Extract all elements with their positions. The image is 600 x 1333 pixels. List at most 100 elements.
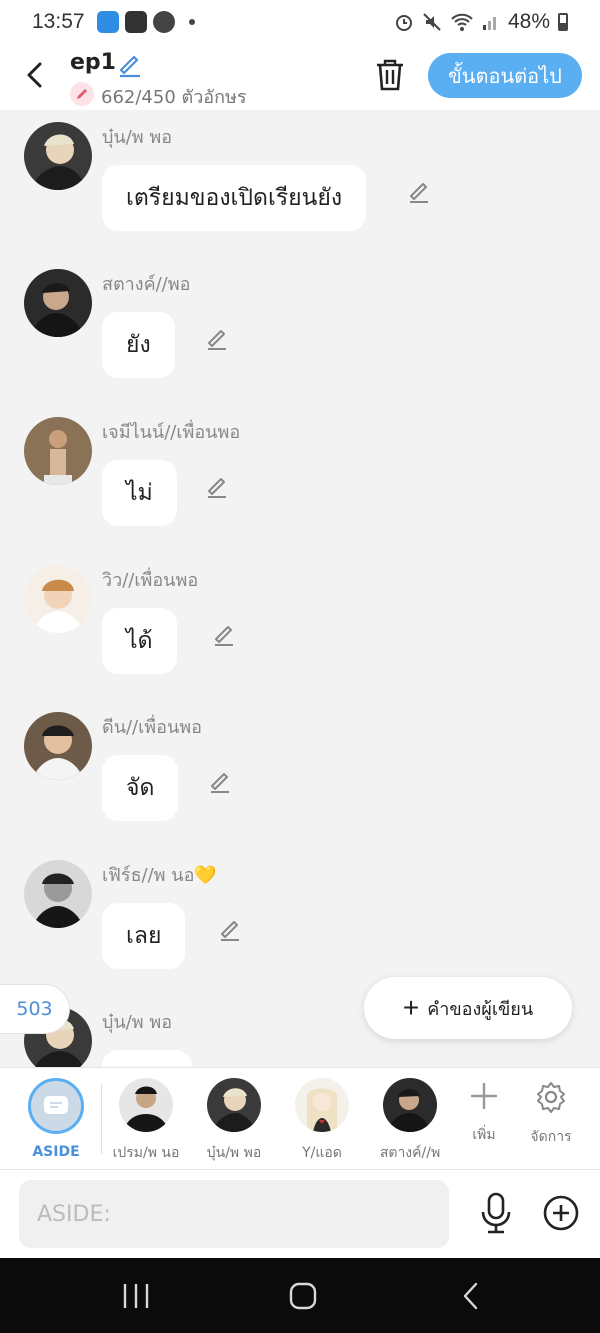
edit-message-button[interactable] <box>204 325 230 351</box>
author-note-button[interactable]: + คำของผู้เขียน <box>364 977 572 1039</box>
status-right: 48% <box>394 10 568 34</box>
aside-icon-circle <box>28 1078 84 1134</box>
alarm-icon <box>395 15 412 31</box>
recent-apps-icon <box>123 1284 149 1308</box>
aside-input[interactable] <box>19 1180 449 1248</box>
video-app-icon <box>124 11 147 33</box>
edit-message-button[interactable] <box>207 768 233 794</box>
pencil-icon <box>215 626 233 646</box>
input-bar <box>0 1170 600 1258</box>
edit-message-button[interactable] <box>204 473 230 499</box>
message-bubble[interactable]: ไม่ <box>102 460 177 526</box>
message-item: เจมีไนน์//เพื่อนพอ ไม่ <box>0 405 600 545</box>
character-item[interactable]: เปรม/พ นอ <box>101 1078 191 1168</box>
manage-characters-button[interactable]: จัดการ <box>516 1080 586 1148</box>
avatar[interactable] <box>24 860 92 928</box>
edit-title-button[interactable] <box>116 50 144 78</box>
avatar[interactable] <box>24 269 92 337</box>
edit-message-button[interactable] <box>217 916 243 942</box>
character-label: สตางค์//พ <box>379 1145 441 1161</box>
back-arrow-icon <box>27 62 42 88</box>
microphone-icon <box>481 1192 511 1234</box>
sender-name: วิว//เพื่อนพอ <box>102 570 199 591</box>
home-icon <box>289 1282 317 1310</box>
status-time: 13:57 <box>32 10 85 33</box>
pencil-icon <box>410 183 428 203</box>
message-bubble[interactable]: เตรียมของเปิดเรียนยัง <box>102 165 367 231</box>
avatar[interactable] <box>24 565 92 633</box>
plus-circle-icon <box>543 1195 579 1231</box>
sender-name: เฟิร์ธ//พ นอ💛 <box>102 865 217 886</box>
sender-name: บุ๋น/พ พอ <box>102 127 173 148</box>
edit-message-button[interactable] <box>211 621 237 647</box>
avatar[interactable] <box>24 712 92 780</box>
next-step-button[interactable]: ขั้นตอนต่อไป <box>428 53 582 98</box>
avatar <box>207 1078 261 1132</box>
sender-name: ดีน//เพื่อนพอ <box>102 717 202 738</box>
chat-area[interactable]: บุ๋น/พ พอ เตรียมของเปิดเรียนยัง สตางค์//… <box>0 110 600 1067</box>
avatar <box>295 1078 349 1132</box>
system-nav-bar <box>0 1258 600 1333</box>
pencil-icon <box>221 921 239 941</box>
character-aside[interactable]: ASIDE <box>11 1078 101 1168</box>
counter-badge[interactable]: 503 <box>0 984 70 1034</box>
add-label: เพิ่ม <box>472 1127 496 1143</box>
cloud-app-icon <box>96 11 119 33</box>
character-label: บุ๋น/พ พอ <box>206 1145 262 1161</box>
message-bubble[interactable]: เลย <box>102 903 186 969</box>
char-count: 662/450 ตัวอักษร <box>101 87 247 108</box>
message-item: สตางค์//พอ ยัง <box>0 257 600 397</box>
notification-icons <box>96 11 195 33</box>
manage-label: จัดการ <box>530 1129 572 1145</box>
add-character-button[interactable]: เพิ่ม <box>449 1080 519 1146</box>
aside-label: ASIDE <box>32 1144 80 1160</box>
avatar <box>119 1078 173 1132</box>
add-media-button[interactable] <box>542 1194 580 1232</box>
pencil-icon <box>208 330 226 350</box>
character-item[interactable]: สตางค์//พ <box>365 1078 455 1168</box>
character-item[interactable]: Y/แอด <box>277 1078 367 1168</box>
more-notifications-icon <box>188 19 195 25</box>
status-bar: 13:57 48% <box>0 0 600 44</box>
character-label: Y/แอด <box>302 1145 342 1161</box>
message-bubble[interactable]: จัด <box>102 755 179 821</box>
sender-name: บุ๋น/พ พอ <box>102 1012 173 1033</box>
back-button[interactable] <box>22 58 52 92</box>
character-label: เปรม/พ นอ <box>112 1145 180 1161</box>
pencil-icon <box>208 478 226 498</box>
message-bubble[interactable]: ยัง <box>102 312 175 378</box>
avatar[interactable] <box>24 122 92 190</box>
char-count-pencil-icon <box>70 82 94 106</box>
author-note-label: คำของผู้เขียน <box>427 998 534 1019</box>
trash-icon <box>377 59 403 91</box>
voice-input-button[interactable] <box>478 1192 514 1234</box>
character-item[interactable]: บุ๋น/พ พอ <box>189 1078 279 1168</box>
message-item: ดีน//เพื่อนพอ จัด <box>0 700 600 840</box>
mute-icon <box>423 13 441 31</box>
signal-icon <box>482 17 496 30</box>
nav-back-button[interactable] <box>452 1278 492 1314</box>
gear-icon <box>537 1082 565 1113</box>
message-bubble[interactable]: ได้ <box>102 608 177 674</box>
home-button[interactable] <box>283 1278 323 1314</box>
pencil-icon <box>211 773 229 793</box>
message-bubble[interactable] <box>102 1050 192 1067</box>
battery-icon <box>558 13 568 31</box>
episode-title: ep1 <box>70 50 116 75</box>
pencil-icon <box>119 55 140 78</box>
recent-apps-button[interactable] <box>116 1278 156 1314</box>
avatar[interactable] <box>24 417 92 485</box>
sender-name: สตางค์//พอ <box>102 274 191 295</box>
header: ep1 662/450 ตัวอักษร ขั้นตอนต่อไป <box>0 44 600 110</box>
edit-message-button[interactable] <box>406 178 432 204</box>
battery-percent: 48% <box>507 10 550 33</box>
back-icon <box>463 1282 478 1310</box>
delete-button[interactable] <box>374 58 406 92</box>
message-item: เฟิร์ธ//พ นอ💛 เลย <box>0 848 600 988</box>
plus-icon <box>471 1083 497 1109</box>
plus-icon: + <box>402 992 420 1023</box>
message-item: บุ๋น/พ พอ เตรียมของเปิดเรียนยัง <box>0 110 600 250</box>
sender-name: เจมีไนน์//เพื่อนพอ <box>102 422 241 443</box>
avatar <box>383 1078 437 1132</box>
message-item: วิว//เพื่อนพอ ได้ <box>0 553 600 693</box>
